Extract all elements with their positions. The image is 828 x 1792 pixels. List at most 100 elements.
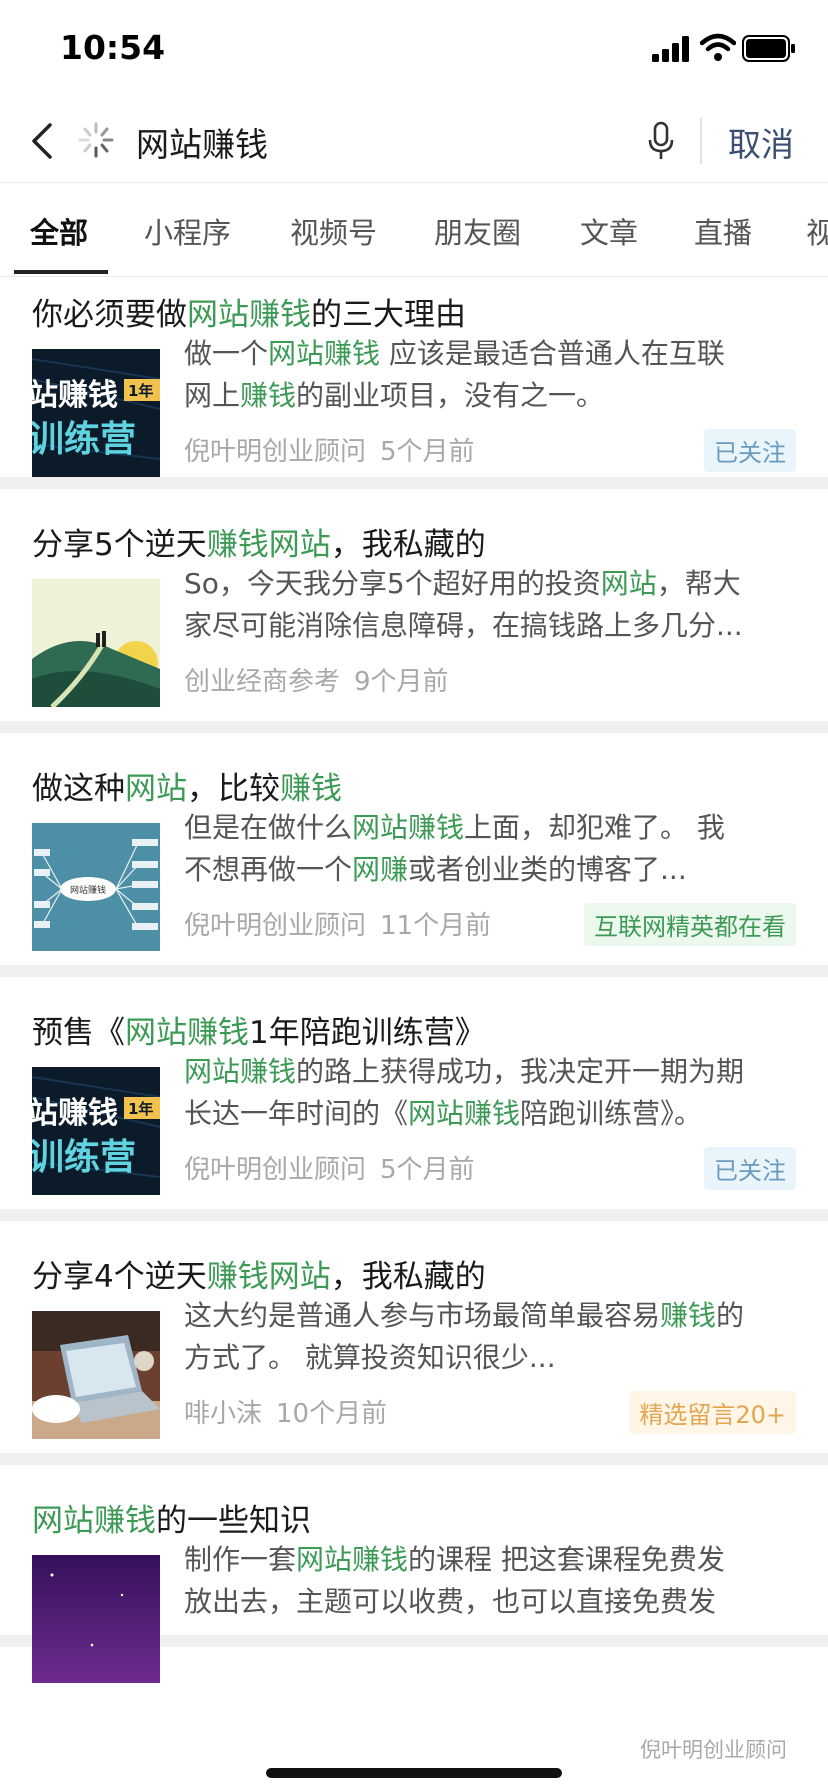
snippet-text: 上面，却犯难了。 我 [464, 811, 725, 844]
tab-live[interactable]: 直播 [694, 210, 752, 252]
snippet-highlight: 网赚 [352, 853, 409, 886]
snippet-line: 但是在做什么网站赚钱上面，却犯难了。 我 [184, 807, 794, 849]
result-meta: 啡小沫 10个月前 [184, 1393, 387, 1430]
cancel-button[interactable]: 取消 [728, 118, 794, 166]
microphone-icon[interactable] [646, 120, 676, 162]
result-source[interactable]: 倪叶明创业顾问 [184, 1155, 366, 1185]
snippet-line: 长达一年时间的《网站赚钱陪跑训练营》。 [184, 1093, 794, 1135]
result-title[interactable]: 预售《网站赚钱1年陪跑训练营》 [32, 1007, 486, 1052]
result-title-text: 1年陪跑训练营》 [249, 1015, 486, 1051]
result-thumbnail[interactable] [32, 1311, 160, 1439]
search-category-tabs: 全部 小程序 视频号 朋友圈 文章 直播 视 [0, 186, 828, 276]
result-snippet: 做一个网站赚钱 应该是最适合普通人在互联 网上赚钱的副业项目，没有之一。 [184, 333, 794, 417]
result-time: 5个月前 [380, 1155, 475, 1185]
result-title[interactable]: 网站赚钱的一些知识 [32, 1495, 311, 1540]
result-tag-badge: 精选留言20+ [629, 1391, 796, 1434]
result-source[interactable]: 啡小沫 [184, 1399, 262, 1429]
snippet-text: 做一个 [184, 337, 269, 370]
svg-text:1年: 1年 [128, 1100, 153, 1118]
snippet-highlight: 网站赚钱 [408, 1097, 521, 1130]
result-title-text: 的一些知识 [156, 1503, 311, 1539]
svg-text:网站赚钱: 网站赚钱 [70, 884, 106, 896]
result-title[interactable]: 做这种网站，比较赚钱 [32, 763, 342, 808]
tab-moments[interactable]: 朋友圈 [434, 210, 521, 252]
search-header: 网站赚钱 取消 [0, 100, 828, 182]
snippet-text: 的课程 把这套课程免费发 [408, 1543, 725, 1576]
snippet-text: 长达一年时间的《 [184, 1097, 409, 1130]
tab-channels[interactable]: 视频号 [290, 210, 377, 252]
svg-text:训练营: 训练营 [32, 1137, 136, 1178]
snippet-line: 放出去，主题可以收费，也可以直接免费发 [184, 1581, 794, 1623]
result-title-text: ，我私藏的 [330, 1259, 486, 1295]
result-title-text: 的三大理由 [311, 297, 466, 333]
result-title-text: ，我私藏的 [330, 527, 486, 563]
search-input[interactable]: 网站赚钱 [136, 118, 268, 166]
result-tag-badge: 已关注 [704, 1147, 796, 1190]
tab-mini-programs[interactable]: 小程序 [144, 210, 231, 252]
snippet-highlight: 网站赚钱 [352, 811, 465, 844]
result-thumbnail[interactable] [32, 579, 160, 707]
tab-all[interactable]: 全部 [30, 210, 88, 252]
snippet-highlight: 网站赚钱 [268, 337, 381, 370]
back-arrow-icon[interactable] [28, 120, 58, 162]
result-source[interactable]: 创业经商参考 [184, 667, 340, 697]
result-time: 11个月前 [380, 911, 492, 941]
tab-video-partial[interactable]: 视 [806, 210, 828, 252]
result-thumbnail[interactable]: 站赚钱 1年 训练营 [32, 349, 160, 477]
snippet-text: 这大约是普通人参与市场最简单最容易 [184, 1299, 661, 1332]
snippet-text: 家尽可能消除信息障碍，在搞钱路上多几分... [184, 609, 743, 642]
result-thumbnail[interactable]: 站赚钱 1年 训练营 [32, 1067, 160, 1195]
result-source[interactable]: 倪叶明创业顾问 [184, 437, 366, 467]
snippet-highlight: 网站赚钱 [296, 1543, 409, 1576]
loading-spinner-icon [78, 122, 114, 158]
svg-text:站赚钱: 站赚钱 [32, 378, 118, 413]
result-meta: 倪叶明创业顾问 5个月前 [184, 431, 475, 468]
result-title-text: ，比较 [187, 771, 280, 807]
wifi-icon [700, 33, 736, 61]
snippet-text: 的副业项目，没有之一。 [296, 379, 605, 412]
search-result-card[interactable]: 预售《网站赚钱1年陪跑训练营》 站赚钱 1年 训练营 网站赚钱的路上获得成功，我决定开一… [0, 977, 828, 1221]
snippet-line: So，今天我分享5个超好用的投资网站，帮大 [184, 563, 794, 605]
battery-icon [742, 35, 795, 62]
watermark: 倪叶明创业顾问 [640, 1738, 787, 1762]
status-bar: 10:54 [0, 0, 828, 100]
tab-articles[interactable]: 文章 [580, 210, 638, 252]
result-title-highlight: 赚钱 [280, 771, 342, 807]
search-result-card[interactable]: 你必须要做网站赚钱的三大理由 站赚钱 1年 训练营 做一个网站赚钱 应该是最适合普通人在… [0, 277, 828, 489]
snippet-text: 方式了。 就算投资知识很少... [184, 1341, 556, 1374]
result-tag-badge: 已关注 [704, 429, 796, 472]
search-result-card[interactable]: 网站赚钱的一些知识 制作一套网站赚钱的课程 把这套课程免费发 放出去，主题可以收费，… [0, 1465, 828, 1683]
result-snippet: 这大约是普通人参与市场最简单最容易赚钱的方式了。 就算投资知识很少... [184, 1295, 794, 1379]
snippet-line: 这大约是普通人参与市场最简单最容易赚钱的 [184, 1295, 794, 1337]
header-border [0, 182, 828, 183]
result-title[interactable]: 分享5个逆天赚钱网站，我私藏的 [32, 519, 486, 564]
snippet-text: 的 [716, 1299, 745, 1332]
result-title-highlight: 网站 [125, 771, 187, 807]
search-result-card[interactable]: 做这种网站，比较赚钱 网站赚钱 但是在做什么网站赚钱上面，却犯难了。 我不想再做一个… [0, 733, 828, 977]
result-source[interactable]: 倪叶明创业顾问 [184, 911, 366, 941]
result-thumbnail[interactable]: 网站赚钱 [32, 823, 160, 951]
result-title-text: 预售《 [32, 1015, 125, 1051]
result-meta: 倪叶明创业顾问 5个月前 [184, 1149, 475, 1186]
search-result-card[interactable]: 分享5个逆天赚钱网站，我私藏的 So，今天我分享5个超好用的投资网站，帮大家尽可能… [0, 489, 828, 733]
snippet-line: 方式了。 就算投资知识很少... [184, 1337, 794, 1379]
snippet-line: 制作一套网站赚钱的课程 把这套课程免费发 [184, 1539, 794, 1581]
home-indicator [266, 1768, 562, 1778]
result-thumbnail[interactable] [32, 1555, 160, 1683]
snippet-line: 不想再做一个网赚或者创业类的博客了... [184, 849, 794, 891]
result-title-highlight: 网站赚钱 [187, 297, 311, 333]
result-title[interactable]: 你必须要做网站赚钱的三大理由 [32, 289, 466, 334]
search-result-card[interactable]: 分享4个逆天赚钱网站，我私藏的 这大约是普通人参与市场最简单最容易赚钱的方式了。 … [0, 1221, 828, 1465]
result-title-text: 做这种 [32, 771, 125, 807]
snippet-text: 不想再做一个 [184, 853, 353, 886]
result-title[interactable]: 分享4个逆天赚钱网站，我私藏的 [32, 1251, 486, 1296]
result-title-highlight: 赚钱网站 [206, 527, 331, 563]
result-snippet: 但是在做什么网站赚钱上面，却犯难了。 我不想再做一个网赚或者创业类的博客了... [184, 807, 794, 891]
snippet-line: 做一个网站赚钱 应该是最适合普通人在互联 [184, 333, 794, 375]
snippet-text: 陪跑训练营》。 [520, 1097, 703, 1130]
cellular-signal-icon [652, 36, 689, 62]
snippet-text: 应该是最适合普通人在互联 [380, 337, 725, 370]
snippet-highlight: 赚钱 [660, 1299, 717, 1332]
result-meta: 创业经商参考 9个月前 [184, 661, 449, 698]
result-title-text: 你必须要做 [32, 297, 187, 333]
